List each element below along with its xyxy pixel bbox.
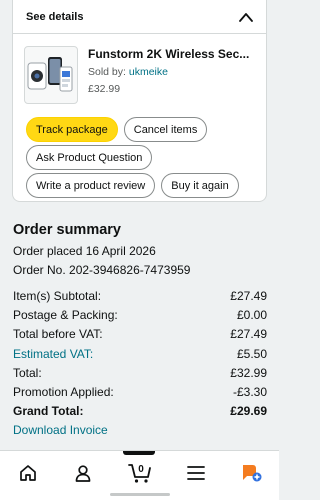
row-value: £29.69	[230, 404, 267, 419]
order-details-card: See details Funstorm 2K Wireless Sec... …	[12, 0, 267, 202]
menu-icon[interactable]	[185, 462, 207, 484]
see-details-title: See details	[26, 10, 84, 23]
seller-link[interactable]: ukmeike	[129, 66, 168, 78]
product-summary: Funstorm 2K Wireless Sec... Sold by: ukm…	[13, 34, 266, 104]
estimated-vat-row: Estimated VAT: £5.50	[13, 344, 267, 363]
write-review-button[interactable]: Write a product review	[26, 173, 156, 198]
gesture-bar	[110, 493, 170, 496]
product-image[interactable]	[24, 46, 78, 104]
cancel-items-button[interactable]: Cancel items	[123, 117, 208, 142]
ask-product-question-button[interactable]: Ask Product Question	[26, 145, 153, 170]
action-row-2: Ask Product Question	[26, 145, 153, 170]
order-summary: Order summary Order placed 16 April 2026…	[13, 222, 267, 277]
row-label: Total:	[13, 365, 42, 380]
row-value: £27.49	[230, 288, 267, 303]
action-row-1: Track package Cancel items	[26, 117, 208, 142]
total-before-vat-row: Total before VAT: £27.49	[13, 325, 267, 344]
action-row-3: Write a product review Buy it again	[26, 173, 239, 198]
row-value: £32.99	[230, 365, 267, 380]
row-value: -£3.30	[232, 385, 267, 400]
subtotal-row: Item(s) Subtotal: £27.49	[13, 286, 267, 305]
promotion-row: Promotion Applied: -£3.30	[13, 382, 267, 401]
camera-product-icon	[27, 57, 73, 92]
account-icon[interactable]	[72, 462, 94, 484]
row-label: Promotion Applied:	[13, 385, 114, 400]
buy-again-button[interactable]: Buy it again	[161, 173, 239, 198]
row-value: £5.50	[236, 346, 267, 361]
active-tab-indicator	[123, 451, 155, 455]
download-invoice-link[interactable]: Download Invoice	[13, 423, 108, 437]
order-summary-title: Order summary	[13, 222, 121, 238]
row-label: Total before VAT:	[13, 327, 103, 342]
estimated-vat-link[interactable]: Estimated VAT:	[13, 347, 93, 361]
row-label: Grand Total:	[13, 404, 84, 419]
product-name[interactable]: Funstorm 2K Wireless Sec...	[88, 47, 255, 61]
order-placed-date: Order placed 16 April 2026	[13, 244, 156, 258]
cart-count-badge: 0	[138, 464, 144, 475]
seller-line: Sold by: ukmeike	[88, 66, 255, 78]
price-breakdown: Item(s) Subtotal: £27.49 Postage & Packi…	[13, 286, 267, 421]
grand-total-row: Grand Total: £29.69	[13, 402, 267, 421]
row-value: £27.49	[230, 327, 267, 342]
home-icon[interactable]	[17, 462, 39, 484]
row-value: £0.00	[236, 307, 267, 322]
order-number: Order No. 202-3946826-7473959	[13, 263, 191, 277]
cart-icon[interactable]: 0	[128, 462, 152, 484]
sold-by-label: Sold by:	[88, 66, 126, 78]
product-price: £32.99	[88, 83, 121, 95]
see-details-header[interactable]: See details	[13, 0, 266, 34]
total-row: Total: £32.99	[13, 363, 267, 382]
track-package-button[interactable]: Track package	[26, 117, 118, 142]
assistant-icon[interactable]	[240, 462, 262, 484]
row-label: Postage & Packing:	[13, 307, 118, 322]
row-label: Item(s) Subtotal:	[13, 288, 102, 303]
chevron-up-icon[interactable]	[239, 12, 253, 22]
postage-row: Postage & Packing: £0.00	[13, 305, 267, 324]
